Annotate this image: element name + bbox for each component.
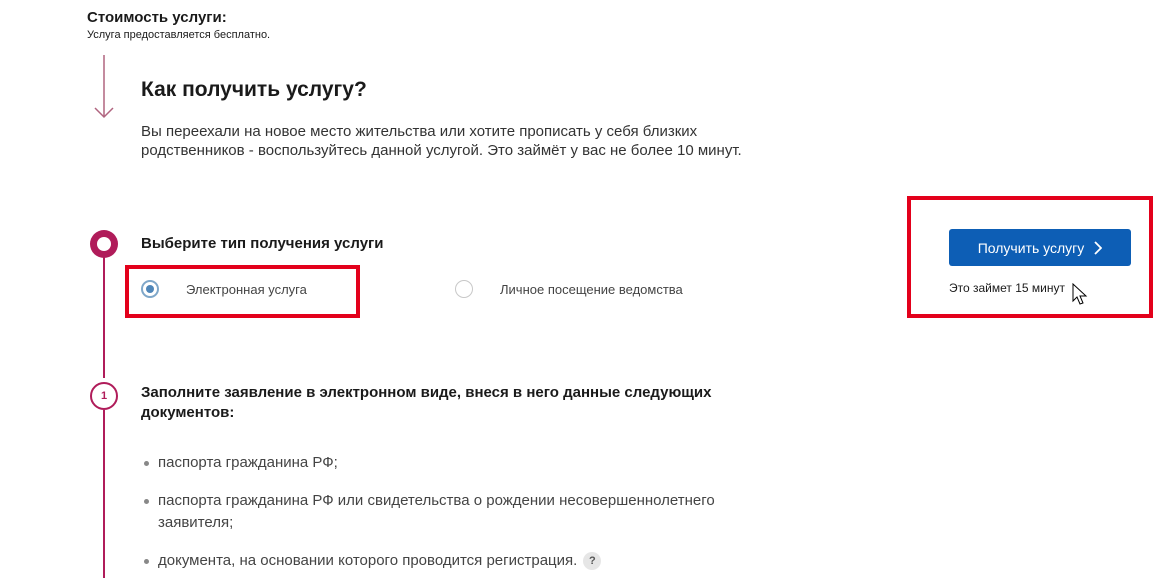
step-number-badge: 1	[90, 382, 118, 410]
timeline-line	[103, 410, 105, 578]
document-text: паспорта гражданина РФ;	[158, 454, 338, 471]
cost-title: Стоимость услуги:	[87, 9, 227, 26]
duration-text: Это займет 15 минут	[949, 281, 1065, 295]
how-description: Вы переехали на новое место жительства и…	[141, 123, 742, 159]
radio-personal-visit[interactable]: Личное посещение ведомства	[455, 280, 683, 298]
how-title: Как получить услугу?	[141, 78, 367, 101]
cost-text: Услуга предоставляется бесплатно.	[87, 29, 271, 41]
get-service-button[interactable]: Получить услугу	[949, 229, 1131, 266]
list-item: паспорта гражданина РФ;	[141, 452, 781, 474]
mouse-cursor-icon	[1072, 283, 1088, 305]
radio-electronic-service[interactable]: Электронная услуга	[141, 280, 307, 298]
choose-type-title: Выберите тип получения услуги	[141, 235, 384, 252]
radio-visit-label: Личное посещение ведомства	[500, 281, 683, 297]
document-text: документа, на основании которого проводи…	[158, 552, 578, 569]
get-service-label: Получить услугу	[977, 239, 1085, 256]
list-item: документа, на основании которого проводи…	[141, 550, 781, 572]
timeline-line	[103, 256, 105, 378]
step-current-marker	[90, 230, 118, 258]
documents-list: паспорта гражданина РФ; паспорта граждан…	[141, 452, 781, 572]
radio-selected-icon[interactable]	[141, 280, 159, 298]
arrow-down-icon	[94, 55, 114, 119]
document-text: паспорта гражданина РФ или свидетельства…	[158, 492, 715, 531]
help-icon[interactable]: ?	[583, 552, 602, 570]
chevron-right-icon	[1094, 240, 1103, 255]
radio-electronic-label: Электронная услуга	[186, 281, 307, 297]
list-item: паспорта гражданина РФ или свидетельства…	[141, 490, 781, 534]
service-page: Стоимость услуги: Услуга предоставляется…	[0, 0, 1157, 578]
fill-form-title: Заполните заявление в электронном виде, …	[141, 384, 712, 421]
radio-unselected-icon[interactable]	[455, 280, 473, 298]
